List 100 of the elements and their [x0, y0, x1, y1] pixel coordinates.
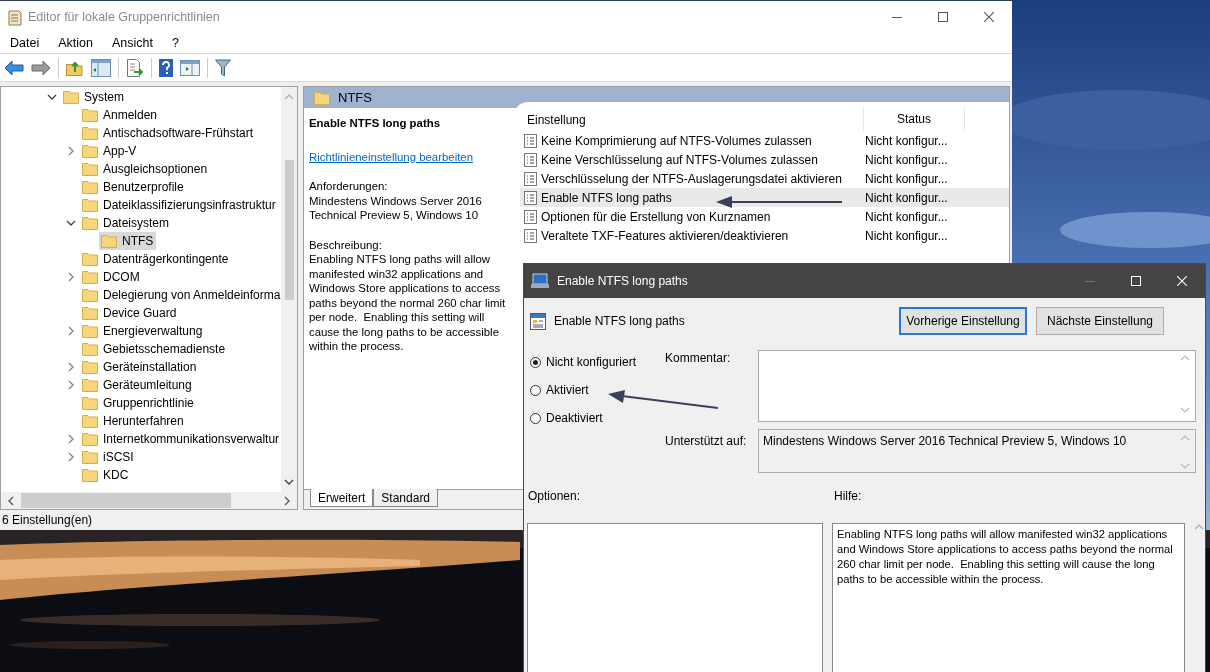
folder-icon — [82, 396, 98, 410]
tree-item[interactable]: Geräteinstallation — [82, 358, 200, 376]
vertical-scrollbar[interactable] — [281, 87, 297, 492]
horizontal-scrollbar[interactable] — [1, 492, 297, 509]
supported-label: Unterstützt auf: — [665, 433, 748, 450]
radio-icon[interactable] — [530, 412, 541, 424]
tree-item[interactable]: Benutzerprofile — [82, 178, 187, 196]
chevron-right-icon[interactable] — [67, 326, 75, 336]
chevron-right-icon[interactable] — [67, 362, 75, 372]
tab[interactable]: Erweitert — [310, 489, 374, 507]
table-row[interactable]: Keine Verschlüsselung auf NTFS-Volumes zulassen Nicht konfigur... — [520, 150, 1009, 169]
requirements-label: Anforderungen: — [309, 179, 389, 194]
tree-item[interactable]: Device Guard — [82, 304, 180, 322]
policy-icon — [524, 190, 537, 205]
section-title: NTFS — [338, 90, 372, 105]
scroll-arrows-icon — [1180, 434, 1190, 470]
chevron-right-icon[interactable] — [67, 380, 75, 390]
tree-item[interactable]: KDC — [82, 466, 132, 484]
tree-item[interactable]: Delegierung von Anmeldeinforma — [82, 286, 281, 304]
console-tree-icon[interactable] — [91, 58, 111, 77]
column-header[interactable]: Status — [863, 108, 965, 131]
chevron-right-icon[interactable] — [67, 434, 75, 444]
table-row[interactable]: Veraltete TXF-Features aktivieren/deaktivieren Nicht konfigur... — [520, 226, 1009, 245]
table-row[interactable]: Keine Komprimierung auf NTFS-Volumes zulassen Nicht konfigur... — [520, 131, 1009, 150]
tree-item[interactable]: DCOM — [82, 268, 143, 286]
menu-item[interactable]: Ansicht — [111, 36, 153, 50]
tree-item[interactable]: Antischadsoftware-Frühstart — [82, 124, 257, 142]
tree-item[interactable]: Dateisystem — [82, 214, 173, 232]
tree-item[interactable]: Herunterfahren — [82, 412, 187, 430]
tree-item[interactable]: Energieverwaltung — [82, 322, 206, 340]
supported-text: Mindestens Windows Server 2016 Technical Preview 5, Windows 10 — [763, 434, 1127, 450]
next-setting-button[interactable]: Nächste Einstellung — [1036, 307, 1164, 335]
window-title: Editor für lokale Gruppenrichtlinien — [28, 10, 220, 24]
radio-icon[interactable] — [530, 356, 541, 368]
status-text: Nicht konfigur... — [864, 228, 949, 243]
folder-icon — [82, 270, 98, 284]
filter-icon[interactable] — [215, 58, 231, 77]
tab[interactable]: Standard — [373, 489, 439, 507]
tree-item[interactable]: Internetkommunikationsverwaltur — [82, 430, 281, 448]
panel-icon[interactable] — [180, 59, 200, 76]
policy-icon — [524, 228, 537, 243]
chevron-right-icon[interactable] — [67, 272, 75, 282]
column-header[interactable]: Einstellung — [520, 112, 863, 127]
table-row[interactable]: Verschlüsselung der NTFS-Auslagerungsdatei aktivieren Nicht konfigur... — [520, 169, 1009, 188]
menu-item[interactable]: ? — [171, 36, 179, 50]
setting-name: Keine Verschlüsselung auf NTFS-Volumes zulassen — [541, 152, 818, 167]
tree-item[interactable]: Ausgleichsoptionen — [82, 160, 211, 178]
policy-icon — [524, 171, 537, 186]
table-row[interactable]: Enable NTFS long paths Nicht konfigur... — [520, 188, 1009, 207]
comment-label: Kommentar: — [665, 350, 732, 367]
maximize-icon[interactable] — [938, 12, 948, 22]
folder-icon — [82, 288, 98, 302]
status-text: Nicht konfigur... — [864, 152, 949, 167]
forward-icon[interactable] — [31, 59, 51, 76]
tree-item[interactable]: iSCSI — [82, 448, 137, 466]
tree-item[interactable]: Geräteumleitung — [82, 376, 195, 394]
help-icon[interactable] — [159, 58, 173, 77]
chevron-down-icon[interactable] — [47, 93, 57, 101]
edit-policy-link[interactable]: Richtlinieneinstellung bearbeiten — [309, 149, 509, 164]
scrollbar-thumb[interactable] — [284, 159, 294, 300]
description-label: Beschreibung: — [309, 237, 383, 252]
app-icon — [8, 10, 22, 26]
tree-item[interactable]: Gebietsschemadienste — [82, 340, 229, 358]
comment-field[interactable] — [758, 350, 1196, 422]
tree-item[interactable]: Gruppenrichtlinie — [82, 394, 197, 412]
export-list-icon[interactable] — [126, 58, 144, 77]
tree-item[interactable]: Anmelden — [82, 106, 161, 124]
folder-icon — [82, 108, 98, 122]
scroll-down-icon[interactable] — [284, 478, 294, 486]
scrollbar-thumb[interactable] — [21, 493, 231, 508]
menu-item[interactable]: Datei — [10, 36, 40, 50]
chevron-right-icon[interactable] — [67, 452, 75, 462]
folder-icon — [82, 324, 98, 338]
folder-icon — [82, 378, 98, 392]
folder-icon — [82, 126, 98, 140]
previous-setting-button[interactable]: Vorherige Einstellung — [899, 307, 1027, 335]
close-icon[interactable] — [984, 12, 994, 22]
menu-item[interactable]: Aktion — [58, 36, 93, 50]
back-icon[interactable] — [4, 59, 24, 76]
tree-item[interactable]: App-V — [82, 142, 140, 160]
status-text: Nicht konfigur... — [864, 171, 949, 186]
tree-item[interactable]: Dateiklassifizierungsinfrastruktur — [82, 196, 279, 214]
tree-item[interactable]: Datenträgerkontingente — [82, 250, 232, 268]
setting-icon — [530, 312, 546, 330]
tree-item[interactable]: NTFS — [99, 232, 157, 250]
chevron-right-icon[interactable] — [67, 146, 75, 156]
scroll-left-icon[interactable] — [7, 495, 15, 506]
scroll-right-icon[interactable] — [283, 495, 291, 506]
radio-option[interactable]: Nicht konfiguriert — [530, 353, 665, 371]
folder-icon — [82, 450, 98, 464]
chevron-down-icon[interactable] — [66, 219, 76, 227]
tree-item[interactable]: System — [63, 88, 127, 106]
radio-icon[interactable] — [530, 384, 541, 396]
folder-up-icon[interactable] — [66, 59, 84, 76]
radio-option[interactable]: Aktiviert — [530, 381, 665, 399]
folder-icon — [82, 468, 98, 482]
description-text: Enabling NTFS long paths will allow manifested win32 applications and Windows Store applications to access paths beyond the normal 260 char limit per node. Enabling this setting will cause the long paths to be accessible within the process. — [309, 252, 507, 354]
radio-option[interactable]: Deaktiviert — [530, 409, 665, 427]
dialog-title: Enable NTFS long paths — [557, 274, 688, 288]
table-row[interactable]: Optionen für die Erstellung von Kurznamen Nicht konfigur... — [520, 207, 1009, 226]
